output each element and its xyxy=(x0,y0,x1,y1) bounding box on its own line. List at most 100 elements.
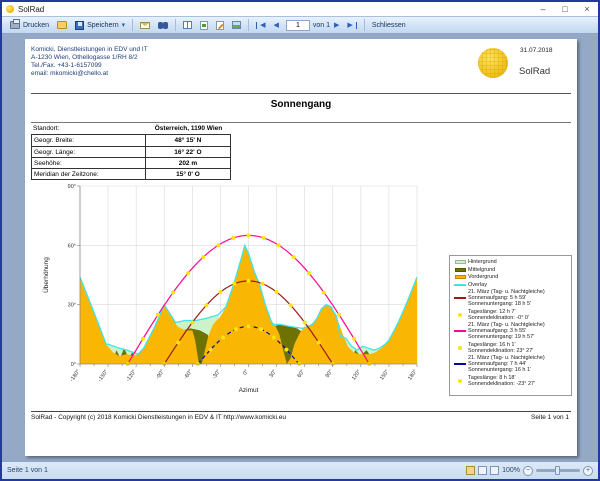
row-label: Geogr. Breite: xyxy=(32,135,146,146)
sun-path-high-hour-marker xyxy=(277,243,281,247)
close-preview-button[interactable]: Schliessen xyxy=(368,21,410,30)
x-tick-label: 150° xyxy=(379,369,390,382)
multi-page-view-icon[interactable] xyxy=(478,466,487,475)
legend-swatch-icon xyxy=(455,275,466,279)
email-button[interactable] xyxy=(136,21,154,30)
last-page-button[interactable]: ▶ xyxy=(343,20,360,30)
legend-dot-icon xyxy=(458,313,462,317)
row-label: Meridian der Zeitzone: xyxy=(32,169,146,179)
window-title: SolRad xyxy=(18,5,44,14)
watermark-button[interactable] xyxy=(228,20,245,30)
zoom-slider-thumb[interactable] xyxy=(555,466,560,475)
toolbar-separator xyxy=(175,19,176,31)
sun-path-high-hour-marker xyxy=(141,337,145,341)
sun-path-high-hour-marker xyxy=(156,313,160,317)
toolbar: Drucken Speichern ▾ ◀ xyxy=(2,16,598,34)
sun-path-mid-hour-marker xyxy=(176,341,180,345)
y-axis-label: Überhöhung xyxy=(42,257,50,293)
report-page: Komicki, Dienstleistungen in EDV und IT … xyxy=(25,39,577,456)
sun-path-high-hour-marker xyxy=(337,313,341,317)
last-page-bar-icon xyxy=(356,22,357,29)
single-page-view-icon[interactable] xyxy=(466,466,475,475)
legend-label: Sonnenuntergang: 19 h 57' xyxy=(468,334,569,340)
zoom-slider[interactable] xyxy=(536,469,580,472)
footer-page-number: Seite 1 von 1 xyxy=(531,414,569,421)
save-button[interactable]: Speichern ▾ xyxy=(71,20,129,31)
x-tick-label: -120° xyxy=(125,369,137,383)
sun-path-high-hour-marker xyxy=(322,291,326,295)
legend-label: Sonnenuntergang: 16 h 1' xyxy=(468,367,569,373)
legend-dot-icon xyxy=(458,379,462,383)
maximize-button[interactable]: □ xyxy=(554,2,576,16)
next-page-button[interactable]: ▶ xyxy=(330,20,343,30)
sun-path-low-hour-marker xyxy=(234,327,238,331)
legend-dot-icon xyxy=(458,346,462,350)
open-button[interactable] xyxy=(53,20,71,30)
legend-line-icon xyxy=(454,330,466,332)
next-page-icon: ▶ xyxy=(334,21,339,29)
export-page-icon xyxy=(200,21,208,30)
search-icon xyxy=(158,22,168,29)
company-line: Komicki, Dienstleistungen in EDV und IT xyxy=(31,46,148,54)
legend-item: Hintergrund xyxy=(452,259,569,265)
layout-button[interactable] xyxy=(179,20,196,30)
folder-icon xyxy=(57,21,67,29)
toolbar-separator xyxy=(364,19,365,31)
legend-label: Sonnendeklination: 23° 27' xyxy=(468,348,569,354)
x-tick-label: 120° xyxy=(351,369,362,382)
sun-path-low-hour-marker xyxy=(272,335,276,339)
sun-path-low-hour-marker xyxy=(247,324,251,328)
table-row: Seehöhe: 202 m xyxy=(32,157,230,168)
footer-divider xyxy=(31,411,571,412)
sun-path-low-hour-marker xyxy=(259,327,263,331)
sun-path-high-hour-marker xyxy=(352,337,356,341)
edit-page-icon xyxy=(216,21,224,30)
edit-button[interactable] xyxy=(212,20,228,31)
prev-page-button[interactable]: ◀ xyxy=(270,20,283,30)
export-button[interactable] xyxy=(196,20,212,31)
sun-path-mid-hour-marker xyxy=(289,303,293,307)
first-page-button[interactable]: ◀ xyxy=(252,20,269,30)
page-number-input[interactable] xyxy=(286,20,310,31)
legend-line-icon xyxy=(454,297,466,299)
close-button[interactable]: × xyxy=(576,2,598,16)
sun-path-high-hour-marker xyxy=(292,255,296,259)
save-icon xyxy=(75,21,84,30)
print-button[interactable]: Drucken xyxy=(6,20,53,30)
x-tick-label: 60° xyxy=(297,369,307,379)
app-window: SolRad – □ × Drucken Speichern ▾ xyxy=(0,0,600,481)
sun-path-chart: -180°-150°-120°-90°-60°-30°0°30°60°90°12… xyxy=(39,179,479,404)
legend-label: Overlay xyxy=(468,282,569,288)
header-divider xyxy=(31,93,571,94)
table-row: Geogr. Breite: 48° 15' N xyxy=(32,135,230,146)
legend-item: Mittelgrund xyxy=(452,267,569,273)
search-button[interactable] xyxy=(154,21,172,30)
sun-path-high-hour-marker xyxy=(231,236,235,240)
zoom-in-button[interactable]: + xyxy=(583,466,593,476)
sun-path-high-hour-marker xyxy=(171,291,175,295)
company-line: A-1230 Wien, Othellogasse 1/RH 8/2 xyxy=(31,54,148,62)
legend-item: Overlay xyxy=(452,282,569,288)
company-line: Tel./Fax. +43-1-6157099 xyxy=(31,62,148,70)
legend-label: Mittelgrund xyxy=(468,267,569,273)
minimize-button[interactable]: – xyxy=(532,2,554,16)
status-bar: Seite 1 von 1 100% − + xyxy=(2,461,598,479)
legend-item: 21. März (Tag- u. Nachtgleiche)Sonnenauf… xyxy=(452,289,569,307)
print-preview-area[interactable]: Komicki, Dienstleistungen in EDV und IT … xyxy=(2,35,598,461)
y-tick-label: 90° xyxy=(68,184,76,190)
first-page-icon: ◀ xyxy=(260,21,265,29)
legend-line-icon xyxy=(454,363,466,365)
legend-item: Tageslänge: 16 h 1'Sonnendeklination: 23… xyxy=(452,342,569,354)
y-tick-label: 60° xyxy=(68,243,76,249)
table-row: Meridian der Zeitzone: 15° 0' O xyxy=(32,168,230,179)
sun-path-low-hour-marker xyxy=(284,348,288,352)
location-table: Standort: Österreich, 1190 Wien Geogr. B… xyxy=(31,123,231,180)
zoom-out-button[interactable]: − xyxy=(523,466,533,476)
solrad-sun-logo xyxy=(478,48,508,78)
page-width-view-icon[interactable] xyxy=(490,466,499,475)
sun-path-high-hour-marker xyxy=(307,271,311,275)
save-dropdown-icon[interactable]: ▾ xyxy=(122,21,126,29)
x-axis-label: Azimut xyxy=(239,387,259,394)
legend-label: Sonnendeklination: -23° 27' xyxy=(468,381,569,387)
x-tick-label: 90° xyxy=(325,369,335,379)
